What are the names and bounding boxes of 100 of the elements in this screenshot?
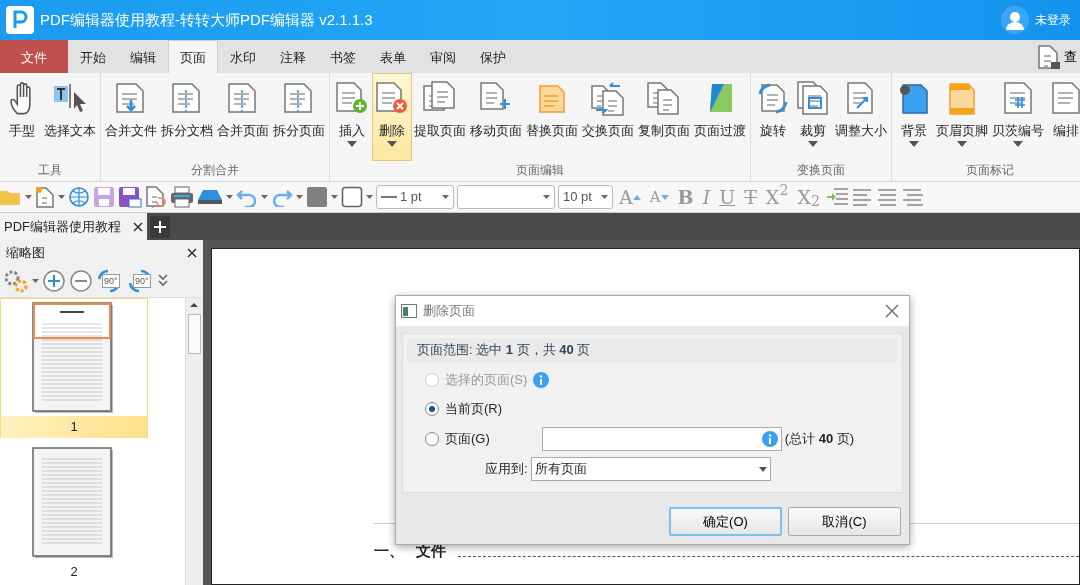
menu-tab[interactable]: 开始: [68, 40, 118, 73]
border-color-swatch[interactable]: [341, 186, 363, 208]
ribbon-button[interactable]: 调整大小: [833, 73, 889, 161]
menu-tab[interactable]: 审阅: [418, 40, 468, 73]
double-chevron-icon[interactable]: [158, 274, 168, 288]
ribbon-button[interactable]: 贝茨编号: [990, 73, 1046, 161]
line-width-select[interactable]: 1 pt: [376, 185, 454, 209]
caret-icon[interactable]: [25, 195, 32, 199]
radio-option: 选择的页面(S): [425, 370, 528, 390]
search-button[interactable]: 查: [1034, 40, 1080, 73]
caret-icon[interactable]: [366, 195, 373, 199]
ribbon-button[interactable]: 合并文件: [103, 73, 159, 161]
globe-icon[interactable]: [68, 186, 90, 208]
caret-icon[interactable]: [32, 279, 39, 283]
close-icon[interactable]: [133, 221, 143, 232]
document-tab[interactable]: PDF编辑器使用教程: [0, 213, 147, 240]
new-tab-button[interactable]: [150, 216, 170, 238]
caret-icon[interactable]: [261, 195, 268, 199]
ribbon-button[interactable]: 交换页面: [580, 73, 636, 161]
group-label: 工具: [37, 162, 63, 179]
file-menu[interactable]: 文件: [0, 40, 68, 73]
documents-icon: [646, 80, 682, 116]
page-thumbnail[interactable]: 2: [0, 444, 148, 583]
align-left-icon[interactable]: [851, 187, 874, 207]
document-plus-icon: [334, 80, 370, 116]
fill-color-swatch[interactable]: [306, 186, 328, 208]
plus-icon: [154, 221, 166, 234]
ribbon-button[interactable]: 编排: [1046, 73, 1080, 161]
save-as-icon[interactable]: [118, 186, 142, 208]
ribbon-button[interactable]: 拆分文档: [159, 73, 215, 161]
caret-icon[interactable]: [296, 195, 303, 199]
dialog-title: 删除页面: [423, 302, 476, 321]
page-range-field[interactable]: [541, 427, 782, 451]
caret-icon[interactable]: [331, 195, 338, 199]
heading-number: 一、: [374, 540, 404, 561]
menu-tab[interactable]: 注释: [268, 40, 318, 73]
scrollbar[interactable]: [185, 298, 203, 585]
align-right-icon[interactable]: [901, 187, 924, 207]
dialog-button[interactable]: 取消(C): [788, 507, 901, 536]
rotate-left-label[interactable]: 90°: [102, 274, 120, 288]
ribbon-button[interactable]: 插入: [332, 73, 372, 161]
radio-option[interactable]: 页面(G): [425, 429, 490, 449]
caret-icon: [601, 195, 608, 199]
ribbon-button[interactable]: 背景: [894, 73, 934, 161]
caret-icon[interactable]: [226, 195, 233, 199]
info-icon: [533, 372, 550, 388]
new-document-icon[interactable]: [35, 186, 55, 208]
ribbon-button[interactable]: 复制页面: [636, 73, 692, 161]
menu-tab[interactable]: 表单: [368, 40, 418, 73]
menu-tab[interactable]: 水印: [218, 40, 268, 73]
range-header: 页面范围: 选中 1 页，共 40 页: [407, 338, 898, 362]
scroll-thumb[interactable]: [188, 314, 201, 354]
document-revert-icon[interactable]: [145, 186, 167, 208]
ribbon-button[interactable]: 拆分页面: [271, 73, 327, 161]
ribbon-button[interactable]: 移动页面: [468, 73, 524, 161]
radio-option[interactable]: 当前页(R): [425, 399, 503, 419]
ribbon-button[interactable]: 合并页面: [215, 73, 271, 161]
caret-icon[interactable]: [58, 195, 65, 199]
font-select[interactable]: [457, 185, 555, 209]
user-avatar-icon[interactable]: [1001, 6, 1029, 34]
group-label: 页面编辑: [515, 162, 565, 179]
window-icon: [401, 304, 417, 318]
menu-tab[interactable]: 保护: [468, 40, 518, 73]
ribbon-button[interactable]: 页面过渡: [692, 73, 748, 161]
align-center-icon[interactable]: [876, 187, 899, 207]
ribbon-button[interactable]: 裁剪: [793, 73, 833, 161]
scanner-icon[interactable]: [197, 188, 223, 206]
ribbon-button[interactable]: 提取页面: [412, 73, 468, 161]
panel-title: 缩略图: [6, 243, 45, 262]
up-triangle-icon: [632, 194, 641, 200]
caret-icon: [758, 466, 767, 472]
font-size-select[interactable]: 10 pt: [558, 185, 613, 209]
ribbon-button[interactable]: 选择文本: [42, 73, 98, 161]
menu-tab[interactable]: 编辑: [118, 40, 168, 73]
document-crop-icon: [795, 80, 831, 116]
caret-icon: [442, 195, 449, 199]
line-icon: [381, 195, 397, 199]
page-thumbnail[interactable]: 1: [0, 298, 148, 438]
printer-icon[interactable]: [170, 186, 194, 208]
ribbon-button[interactable]: 旋转: [753, 73, 793, 161]
ribbon-button[interactable]: 手型: [2, 73, 42, 161]
rotate-right-label[interactable]: 90°: [133, 274, 151, 288]
indent-icon[interactable]: [826, 187, 849, 207]
ribbon-button[interactable]: 页眉页脚: [934, 73, 990, 161]
page-total-text: (总计 40 页): [784, 430, 855, 449]
app-logo-icon: [6, 6, 34, 34]
close-icon[interactable]: [187, 247, 197, 258]
menu-tab[interactable]: 书签: [318, 40, 368, 73]
zoom-out-icon[interactable]: [69, 269, 93, 293]
apply-select[interactable]: 所有页面: [530, 457, 771, 481]
apply-label: 应用到:: [485, 460, 528, 479]
ribbon-button[interactable]: 删除: [372, 73, 412, 161]
menu-tab[interactable]: 页面: [168, 40, 218, 73]
zoom-in-icon[interactable]: [42, 269, 66, 293]
ribbon-button[interactable]: 替换页面: [524, 73, 580, 161]
window-title: PDF编辑器使用教程-转转大师PDF编辑器 v2.1.1.3: [40, 9, 373, 30]
caret-icon: [543, 195, 550, 199]
info-icon: [761, 431, 778, 447]
close-icon[interactable]: [885, 304, 899, 318]
dialog-button[interactable]: 确定(O): [669, 507, 782, 536]
